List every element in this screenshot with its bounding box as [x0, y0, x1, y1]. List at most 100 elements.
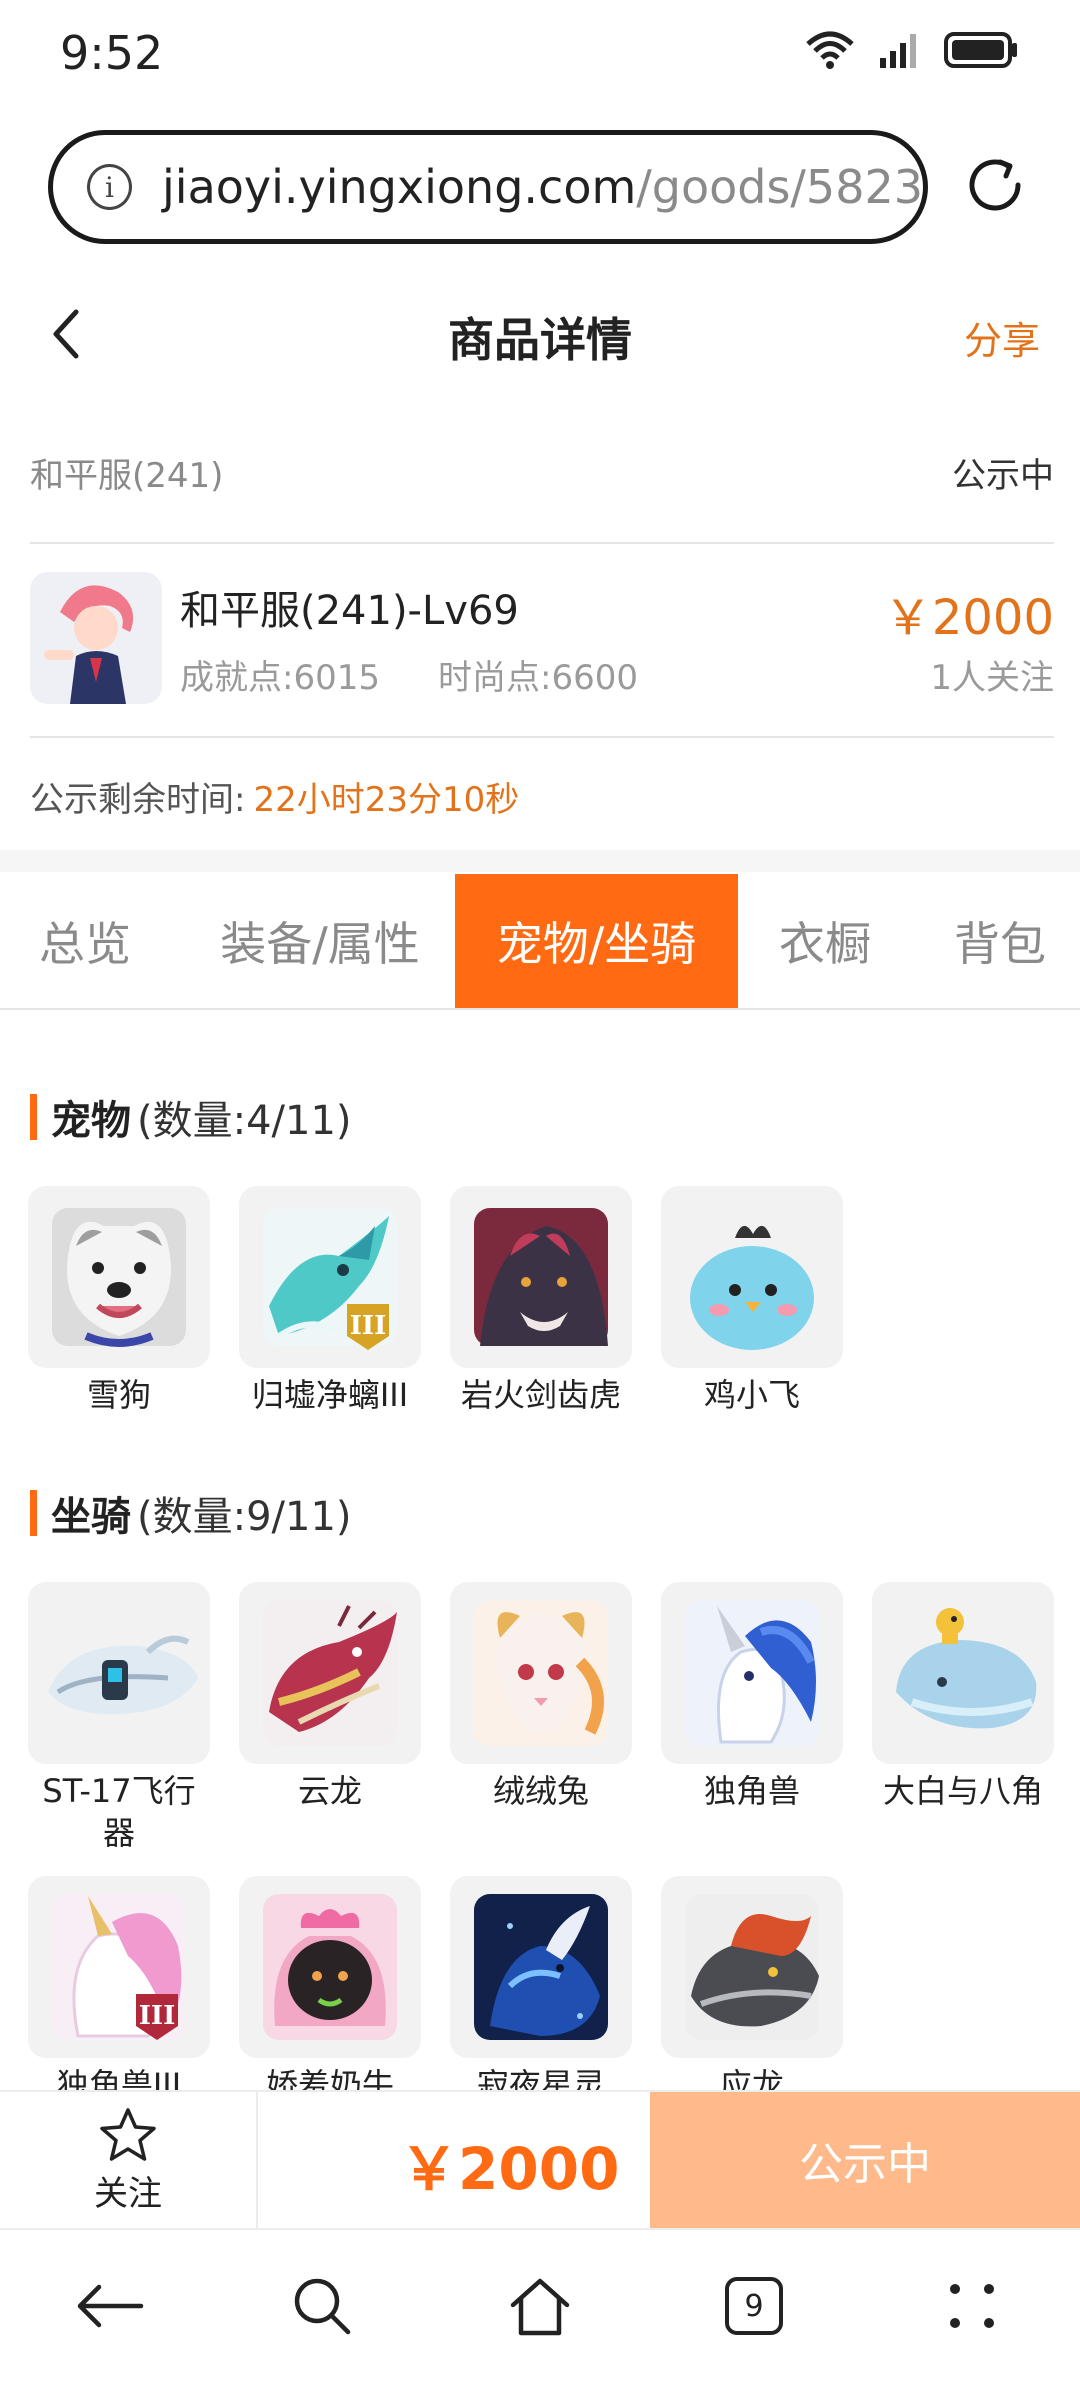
mount-name: ST-17飞行器 — [42, 1772, 196, 1852]
pet-thumbnail — [450, 1186, 632, 1368]
mount-item[interactable]: 云龙 — [239, 1582, 421, 1812]
mount-thumbnail — [661, 1582, 843, 1764]
follow-label: 关注 — [94, 2173, 162, 2214]
menu-dots-icon — [950, 2284, 994, 2328]
pet-thumbnail — [28, 1186, 210, 1368]
product-price: ￥2000 — [883, 590, 1054, 646]
divider — [30, 736, 1054, 738]
battery-icon — [944, 32, 1017, 68]
pet-name: 雪狗 — [86, 1376, 151, 1414]
signal-icon — [880, 34, 916, 68]
mount-item[interactable]: 独角兽 — [661, 1582, 843, 1812]
character-avatar — [30, 572, 162, 704]
tabs-icon: 9 — [725, 2277, 783, 2335]
mount-thumbnail — [450, 1876, 632, 2058]
mount-item[interactable]: ST-17飞行器 — [28, 1582, 210, 1854]
section-count: (数量:9/11) — [137, 1494, 352, 1540]
tab-overview[interactable]: 总览 — [0, 874, 170, 1008]
mount-item[interactable]: III 独角兽III — [28, 1876, 210, 2106]
back-arrow-icon[interactable] — [40, 304, 100, 364]
section-title: 坐骑 — [51, 1494, 131, 1540]
mount-item[interactable]: 绒绒兔 — [450, 1582, 632, 1812]
nav-home-button[interactable] — [500, 2266, 580, 2346]
pet-name: 鸡小飞 — [703, 1376, 800, 1414]
mount-item[interactable]: 娇羞奶牛 — [239, 1876, 421, 2106]
mount-thumbnail — [239, 1582, 421, 1764]
tab-backpack[interactable]: 背包 — [920, 874, 1080, 1008]
nav-menu-button[interactable] — [932, 2266, 1012, 2346]
address-bar[interactable]: i jiaoyi.yingxiong.com/goods/5823 — [48, 130, 928, 244]
nav-search-button[interactable] — [282, 2266, 362, 2346]
detail-tabs: 总览 装备/属性 宠物/坐骑 衣橱 背包 — [0, 874, 1080, 1010]
server-name: 和平服(241) — [30, 456, 224, 496]
url-text[interactable]: jiaoyi.yingxiong.com/goods/5823 — [162, 160, 923, 214]
tab-pets-mounts[interactable]: 宠物/坐骑 — [455, 874, 738, 1008]
pets-section-header: 宠物 (数量:4/11) — [30, 1088, 352, 1146]
mount-item[interactable]: 寂夜星灵 — [450, 1876, 632, 2106]
mount-name: 云龙 — [297, 1772, 362, 1810]
mount-thumbnail — [450, 1582, 632, 1764]
mount-name: 绒绒兔 — [492, 1772, 589, 1810]
section-separator — [0, 850, 1080, 872]
reload-icon[interactable] — [960, 150, 1030, 220]
page-title: 商品详情 — [448, 313, 632, 367]
tab-wardrobe[interactable]: 衣橱 — [745, 874, 905, 1008]
mount-thumbnail — [872, 1582, 1054, 1764]
mounts-section-header: 坐骑 (数量:9/11) — [30, 1484, 352, 1542]
page-header: 商品详情 分享 — [0, 280, 1080, 390]
pet-item[interactable]: 岩火剑齿虎 — [450, 1186, 632, 1416]
back-icon — [77, 2284, 144, 2328]
mount-thumbnail: III — [28, 1876, 210, 2058]
server-status: 公示中 — [952, 456, 1054, 496]
section-count: (数量:4/11) — [137, 1098, 352, 1144]
achievement-points: 成就点:6015 — [180, 658, 380, 698]
pet-thumbnail — [661, 1186, 843, 1368]
section-title: 宠物 — [51, 1098, 131, 1144]
svg-text:III: III — [350, 1311, 387, 1341]
timer-label: 公示剩余时间: — [30, 780, 246, 820]
divider — [30, 542, 1054, 544]
browser-navigation-bar: 9 — [0, 2228, 1080, 2387]
svg-text:III: III — [139, 2001, 176, 2031]
tab-equipment[interactable]: 装备/属性 — [190, 874, 450, 1008]
follow-button[interactable]: 关注 — [0, 2092, 258, 2228]
fashion-points: 时尚点:6600 — [437, 658, 638, 698]
pet-item[interactable]: 雪狗 — [28, 1186, 210, 1416]
pet-thumbnail: III — [239, 1186, 421, 1368]
share-button[interactable]: 分享 — [964, 310, 1040, 365]
status-time: 9:52 — [60, 26, 164, 80]
timer-value: 22小时23分10秒 — [253, 780, 520, 820]
url-path: /goods/5823 — [636, 160, 923, 214]
nav-back-button[interactable] — [70, 2266, 150, 2346]
mount-name: 大白与八角 — [882, 1772, 1043, 1810]
nav-tabs-button[interactable]: 9 — [714, 2266, 794, 2346]
bottom-action-bar: 关注 ￥2000 公示中 — [0, 2090, 1080, 2228]
home-icon — [510, 2278, 570, 2336]
product-summary: 和平服(241)-Lv69 成就点:6015 时尚点:6600 ￥2000 1人… — [30, 570, 1054, 710]
mount-thumbnail — [28, 1582, 210, 1764]
search-icon — [294, 2278, 351, 2335]
mount-name: 独角兽 — [703, 1772, 800, 1810]
mount-item[interactable]: 大白与八角 — [872, 1582, 1054, 1812]
product-title: 和平服(241)-Lv69 — [180, 588, 519, 634]
mount-item[interactable]: 应龙 — [661, 1876, 843, 2106]
star-icon — [100, 2107, 156, 2161]
mount-thumbnail — [661, 1876, 843, 2058]
publicity-timer: 公示剩余时间: 22小时23分10秒 — [30, 772, 519, 821]
follower-count: 1人关注 — [930, 658, 1054, 698]
url-host: jiaoyi.yingxiong.com — [162, 160, 637, 214]
server-row: 和平服(241) 公示中 — [30, 440, 1054, 500]
wifi-icon — [806, 31, 854, 69]
site-info-icon[interactable]: i — [87, 164, 133, 210]
publicity-status-button[interactable]: 公示中 — [650, 2092, 1080, 2228]
pet-name: 岩火剑齿虎 — [460, 1376, 621, 1414]
pet-item[interactable]: 鸡小飞 — [661, 1186, 843, 1416]
section-marker — [30, 1490, 37, 1536]
mount-thumbnail — [239, 1876, 421, 2058]
status-icons — [804, 30, 1020, 70]
pet-item[interactable]: III 归墟净螭III — [239, 1186, 421, 1416]
tab-count: 9 — [744, 2288, 764, 2324]
section-marker — [30, 1094, 37, 1140]
status-bar: 9:52 — [0, 0, 1080, 110]
product-meta: 成就点:6015 时尚点:6600 — [180, 650, 638, 699]
